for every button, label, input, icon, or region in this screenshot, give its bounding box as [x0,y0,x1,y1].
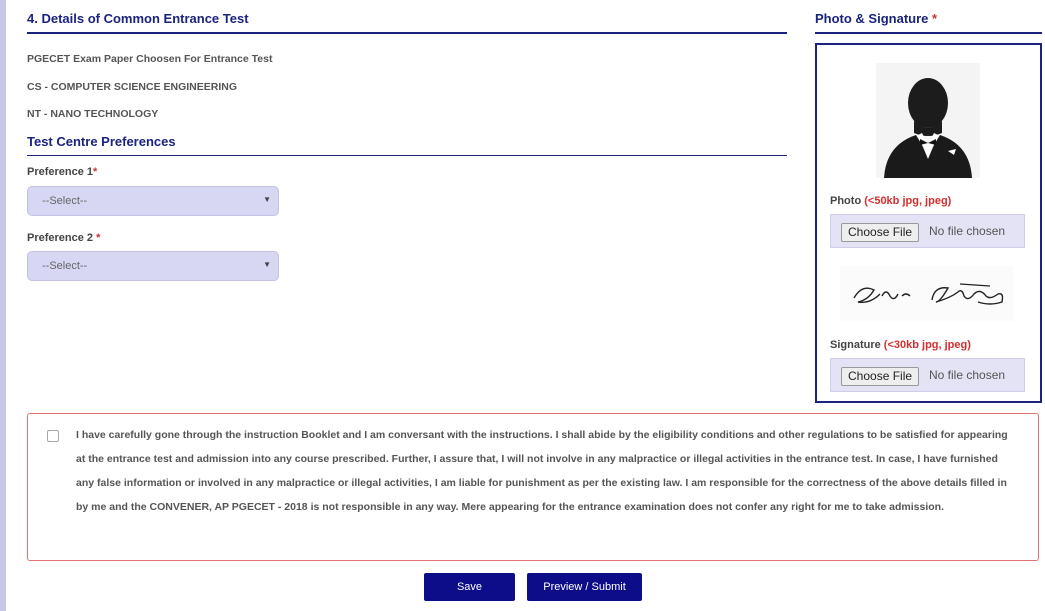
signature-size-hint: (<30kb jpg, jpeg) [883,339,971,351]
preference-2-value: --Select-- [42,260,88,272]
save-button[interactable]: Save [424,573,515,601]
dropdown-arrow-icon: ▼ [263,195,271,204]
signature-file-status: No file chosen [929,368,1006,382]
signature-image [840,266,1014,321]
section-title-test-centre: Test Centre Preferences [27,134,176,149]
left-border [0,0,6,611]
section-underline [27,32,787,34]
preference-1-label: Preference 1* [27,166,98,178]
photo-file-status: No file chosen [929,224,1006,238]
required-mark: * [932,11,938,26]
person-silhouette-icon [876,63,980,178]
exam-paper-1: CS - COMPUTER SCIENCE ENGINEERING [27,81,238,93]
avatar-placeholder-image [876,63,980,178]
section-title-entrance-test: 4. Details of Common Entrance Test [27,11,249,26]
preview-submit-button[interactable]: Preview / Submit [527,573,642,601]
section-underline [815,32,1042,34]
photo-size-hint: (<50kb jpg, jpeg) [864,195,952,207]
declaration-checkbox[interactable] [47,430,59,442]
exam-paper-heading: PGECET Exam Paper Choosen For Entrance T… [27,53,273,65]
required-mark: * [96,232,101,244]
photo-file-input[interactable]: Choose File No file chosen [830,214,1025,248]
signature-label: Signature (<30kb jpg, jpeg) [830,339,971,351]
photo-choose-file-button[interactable]: Choose File [841,223,920,242]
declaration-text: I have carefully gone through the instru… [76,429,1008,513]
section-title-photo-signature: Photo & Signature * [815,11,938,26]
required-mark: * [93,166,98,178]
signature-file-input[interactable]: Choose File No file chosen [830,358,1025,392]
preference-2-select[interactable]: --Select-- ▼ [27,251,279,281]
section-underline [27,155,787,156]
signature-scribble [840,266,1014,321]
exam-paper-2: NT - NANO TECHNOLOGY [27,108,159,120]
preference-1-select[interactable]: --Select-- ▼ [27,186,279,216]
signature-choose-file-button[interactable]: Choose File [841,367,920,386]
photo-label: Photo (<50kb jpg, jpeg) [830,195,952,207]
preference-2-label: Preference 2 * [27,232,101,244]
dropdown-arrow-icon: ▼ [263,260,271,269]
preference-1-value: --Select-- [42,195,88,207]
